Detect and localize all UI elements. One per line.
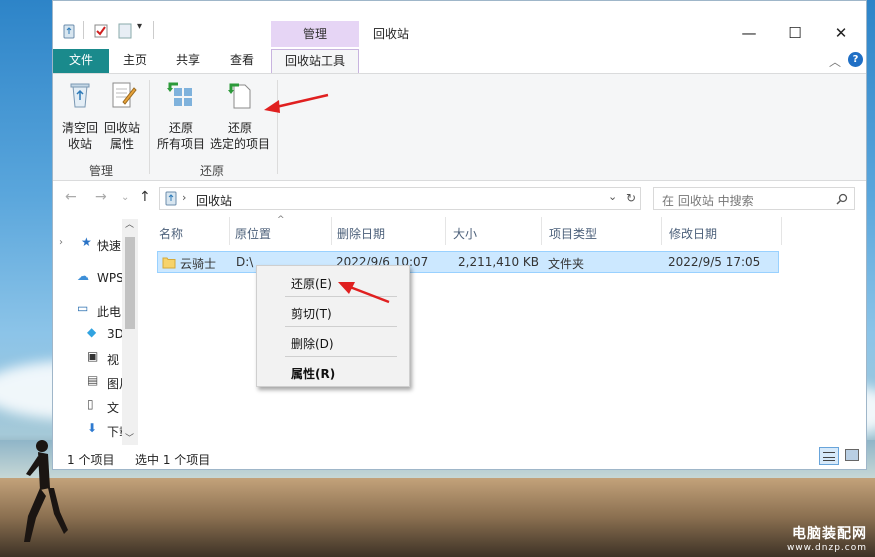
- arrow-to-restore-selected: [264, 93, 329, 113]
- arrow-to-restore-menu-item: [338, 282, 390, 304]
- annotation-arrows: [264, 93, 390, 304]
